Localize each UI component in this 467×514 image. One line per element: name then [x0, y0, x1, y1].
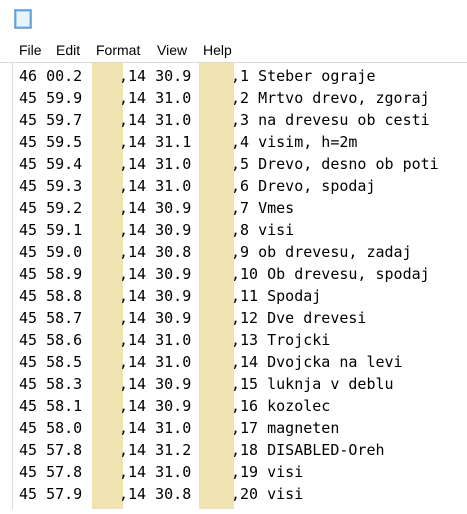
redaction-bar [199, 63, 234, 514]
menu-file[interactable]: File [19, 41, 42, 59]
longitude-text: ,14 31.0 [119, 89, 192, 107]
latitude-text: 45 58.5 [19, 353, 83, 371]
latitude-text: 46 00.2 [19, 67, 83, 85]
longitude-text: ,14 30.9 [119, 287, 192, 305]
longitude-text: ,14 31.2 [119, 441, 192, 459]
longitude-text: ,14 31.1 [119, 133, 192, 151]
longitude-text: ,14 31.0 [119, 111, 192, 129]
latitude-text: 45 59.2 [19, 199, 83, 217]
longitude-text: ,14 30.9 [119, 265, 192, 283]
latitude-text: 45 59.0 [19, 243, 83, 261]
label-text: ,18 DISABLED-Oreh [231, 441, 385, 459]
latitude-text: 45 58.9 [19, 265, 83, 283]
latitude-text: 45 59.4 [19, 155, 83, 173]
latitude-text: 45 58.8 [19, 287, 83, 305]
notepad-icon [14, 9, 32, 29]
label-text: ,2 Mrtvo drevo, zgoraj [231, 89, 430, 107]
label-text: ,14 Dvojcka na levi [231, 353, 403, 371]
latitude-text: 45 57.8 [19, 463, 83, 481]
label-text: ,3 na drevesu ob cesti [231, 111, 430, 129]
label-text: ,7 Vmes [231, 199, 295, 217]
label-text: ,11 Spodaj [231, 287, 322, 305]
label-text: ,5 Drevo, desno ob poti [231, 155, 439, 173]
label-text: ,10 Ob drevesu, spodaj [231, 265, 430, 283]
longitude-text: ,14 30.9 [119, 67, 192, 85]
label-text: ,9 ob drevesu, zadaj [231, 243, 412, 261]
latitude-text: 45 59.1 [19, 221, 83, 239]
menu-edit[interactable]: Edit [56, 41, 80, 59]
latitude-text: 45 58.3 [19, 375, 83, 393]
longitude-text: ,14 31.0 [119, 177, 192, 195]
longitude-text: ,14 30.8 [119, 243, 192, 261]
menu-help[interactable]: Help [203, 41, 232, 59]
longitude-text: ,14 30.9 [119, 375, 192, 393]
longitude-text: ,14 30.9 [119, 397, 192, 415]
label-text: ,15 luknja v deblu [231, 375, 394, 393]
longitude-text: ,14 31.0 [119, 331, 192, 349]
longitude-text: ,14 31.0 [119, 353, 192, 371]
label-text: ,19 visi [231, 463, 304, 481]
label-text: ,8 visi [231, 221, 295, 239]
longitude-text: ,14 30.8 [119, 485, 192, 503]
screenshot-edge [0, 509, 467, 514]
latitude-text: 45 58.6 [19, 331, 83, 349]
latitude-text: 45 59.9 [19, 89, 83, 107]
latitude-text: 45 59.3 [19, 177, 83, 195]
menu-format[interactable]: Format [96, 41, 140, 59]
menu-view[interactable]: View [157, 41, 187, 59]
latitude-text: 45 58.1 [19, 397, 83, 415]
longitude-text: ,14 30.9 [119, 199, 192, 217]
label-text: ,1 Steber ograje [231, 67, 376, 85]
latitude-text: 45 59.5 [19, 133, 83, 151]
latitude-text: 45 58.0 [19, 419, 83, 437]
text-editor[interactable]: 46 00.2 ,14 30.9 ,1 Steber ograje 45 59.9 ,1… [12, 63, 467, 514]
label-text: ,20 visi [231, 485, 304, 503]
longitude-text: ,14 30.9 [119, 221, 192, 239]
latitude-text: 45 59.7 [19, 111, 83, 129]
label-text: ,13 Trojcki [231, 331, 331, 349]
latitude-text: 45 57.8 [19, 441, 83, 459]
latitude-text: 45 58.7 [19, 309, 83, 327]
menu-bar: File Edit Format View Help [0, 38, 467, 62]
label-text: ,16 kozolec [231, 397, 331, 415]
longitude-text: ,14 31.0 [119, 419, 192, 437]
title-bar [0, 0, 467, 38]
label-text: ,17 magneten [231, 419, 340, 437]
longitude-text: ,14 30.9 [119, 309, 192, 327]
latitude-text: 45 57.9 [19, 485, 83, 503]
longitude-text: ,14 31.0 [119, 155, 192, 173]
label-text: ,4 visim, h=2m [231, 133, 358, 151]
longitude-text: ,14 31.0 [119, 463, 192, 481]
label-text: ,6 Drevo, spodaj [231, 177, 376, 195]
label-text: ,12 Dve drevesi [231, 309, 367, 327]
